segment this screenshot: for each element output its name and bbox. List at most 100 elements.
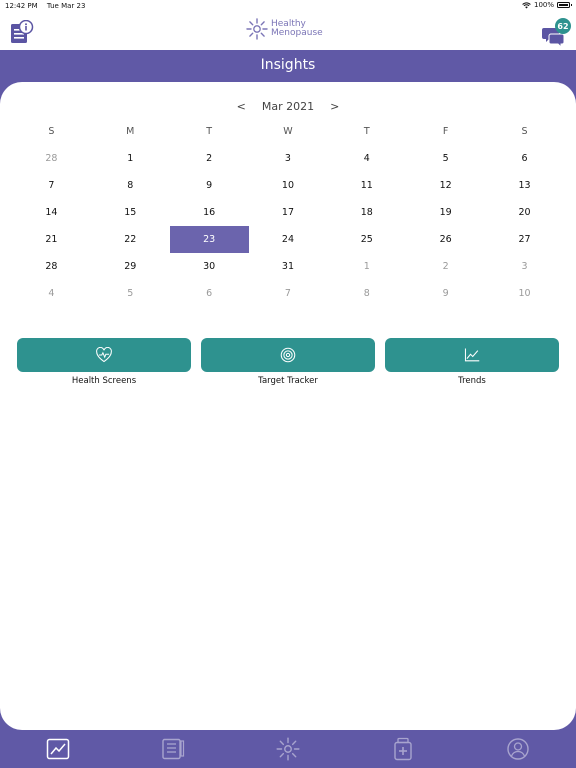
- calendar-day-selected[interactable]: 23: [169, 226, 249, 253]
- calendar-week-row: 4 5 6 7 8 9 10: [12, 280, 564, 307]
- calendar-day[interactable]: 28: [12, 253, 91, 280]
- calendar-day[interactable]: 25: [327, 226, 406, 253]
- month-navigator: < Mar 2021 >: [0, 98, 576, 114]
- calendar-day[interactable]: 6: [485, 145, 564, 172]
- page-title: Insights: [260, 57, 316, 73]
- calendar-day[interactable]: 21: [12, 226, 91, 253]
- tab-medical[interactable]: [383, 734, 423, 764]
- calendar-grid: S M T W T F S 28 1 2 3 4 5 6 7 8 9 10 11 12 13 14 15 16 1…: [12, 118, 564, 307]
- calendar-day[interactable]: 7: [249, 280, 328, 307]
- health-screens-button[interactable]: [17, 338, 191, 372]
- calendar-day[interactable]: 9: [170, 172, 249, 199]
- battery-icon: [557, 2, 572, 8]
- calendar-day[interactable]: 11: [327, 172, 406, 199]
- info-icon: [11, 19, 34, 43]
- calendar-day[interactable]: 27: [485, 226, 564, 253]
- calendar-day[interactable]: 10: [249, 172, 328, 199]
- messages-button[interactable]: 62: [542, 18, 572, 48]
- calendar-day[interactable]: 4: [327, 145, 406, 172]
- calendar-week-row: 7 8 9 10 11 12 13: [12, 172, 564, 199]
- battery-percent: 100%: [533, 1, 554, 9]
- calendar-day[interactable]: 28: [12, 145, 91, 172]
- logo-text-menopause: Menopause: [271, 28, 323, 38]
- calendar-week-row: 14 15 16 17 18 19 20: [12, 199, 564, 226]
- calendar-day[interactable]: 30: [170, 253, 249, 280]
- calendar-day[interactable]: 8: [327, 280, 406, 307]
- sun-logo-icon: [246, 18, 268, 40]
- calendar-day[interactable]: 4: [12, 280, 91, 307]
- calendar-day[interactable]: 15: [91, 199, 170, 226]
- health-screens-label: Health Screens: [71, 376, 137, 386]
- info-button[interactable]: [10, 19, 34, 44]
- trends-label: Trends: [458, 376, 486, 386]
- trends-action: Trends: [385, 338, 559, 386]
- calendar-day[interactable]: 3: [249, 145, 328, 172]
- target-tracker-button[interactable]: [201, 338, 375, 372]
- calendar-day[interactable]: 5: [91, 280, 170, 307]
- content-card: < Mar 2021 > S M T W T F S 28 1 2 3 4 5 6 7 8 9 10…: [0, 82, 576, 730]
- wifi-icon: [522, 1, 531, 8]
- tab-insights[interactable]: [38, 734, 78, 764]
- calendar-week-row: 21 22 23 24 25 26 27: [12, 226, 564, 253]
- journal-icon: [162, 738, 184, 760]
- insights-chart-icon: [46, 738, 69, 760]
- target-icon: [280, 347, 296, 363]
- calendar-day[interactable]: 24: [249, 226, 328, 253]
- calendar-day[interactable]: 9: [406, 280, 485, 307]
- weekday-fri: F: [442, 126, 449, 137]
- calendar-day[interactable]: 26: [406, 226, 485, 253]
- calendar-day[interactable]: 7: [12, 172, 91, 199]
- calendar-day[interactable]: 2: [170, 145, 249, 172]
- next-month-button[interactable]: >: [328, 100, 341, 113]
- calendar-day[interactable]: 2: [406, 253, 485, 280]
- calendar-day[interactable]: 13: [485, 172, 564, 199]
- health-screens-action: Health Screens: [17, 338, 191, 386]
- calendar-day[interactable]: 20: [485, 199, 564, 226]
- calendar-week-row: 28 1 2 3 4 5 6: [12, 145, 564, 172]
- weekday-tue: T: [206, 126, 213, 137]
- status-time: 12:42 PM: [5, 2, 38, 10]
- tab-journal[interactable]: [153, 734, 193, 764]
- calendar-day[interactable]: 10: [485, 280, 564, 307]
- calendar-day[interactable]: 1: [327, 253, 406, 280]
- weekday-wed: W: [283, 126, 293, 137]
- calendar-day[interactable]: 17: [249, 199, 328, 226]
- calendar-day[interactable]: 1: [91, 145, 170, 172]
- medical-kit-icon: [394, 737, 412, 761]
- calendar-day[interactable]: 22: [91, 226, 170, 253]
- target-tracker-action: Target Tracker: [201, 338, 375, 386]
- calendar-day[interactable]: 29: [91, 253, 170, 280]
- heart-pulse-icon: [96, 347, 112, 363]
- tab-home[interactable]: [268, 734, 308, 764]
- prev-month-button[interactable]: <: [235, 100, 248, 113]
- line-chart-icon: [464, 348, 480, 362]
- status-date: Tue Mar 23: [46, 2, 86, 10]
- insight-actions: Health Screens Target Tracker Trends: [17, 338, 559, 386]
- profile-icon: [507, 738, 530, 760]
- calendar-day[interactable]: 16: [170, 199, 249, 226]
- weekday-thu: T: [363, 126, 370, 137]
- weekday-sun: S: [48, 126, 55, 137]
- calendar-day[interactable]: 5: [406, 145, 485, 172]
- healthy-menopause-logo-icon: [276, 737, 300, 761]
- month-label: Mar 2021: [261, 99, 315, 113]
- calendar-day[interactable]: 12: [406, 172, 485, 199]
- target-tracker-label: Target Tracker: [258, 376, 318, 386]
- tab-profile[interactable]: [498, 734, 538, 764]
- weekday-sat: S: [521, 126, 528, 137]
- message-count-badge: 62: [555, 18, 571, 34]
- bottom-tab-bar: [0, 730, 576, 768]
- calendar-day[interactable]: 6: [170, 280, 249, 307]
- app-logo: Healthy Menopause: [245, 17, 323, 41]
- status-bar: 12:42 PM Tue Mar 23 100%: [0, 0, 576, 12]
- calendar-day[interactable]: 14: [12, 199, 91, 226]
- calendar-day[interactable]: 3: [485, 253, 564, 280]
- calendar-day[interactable]: 8: [91, 172, 170, 199]
- calendar-day[interactable]: 19: [406, 199, 485, 226]
- calendar-day[interactable]: 31: [249, 253, 328, 280]
- trends-button[interactable]: [385, 338, 559, 372]
- calendar-week-row: 28 29 30 31 1 2 3: [12, 253, 564, 280]
- weekday-header-row: S M T W T F S: [12, 118, 564, 145]
- weekday-mon: M: [126, 126, 135, 137]
- calendar-day[interactable]: 18: [327, 199, 406, 226]
